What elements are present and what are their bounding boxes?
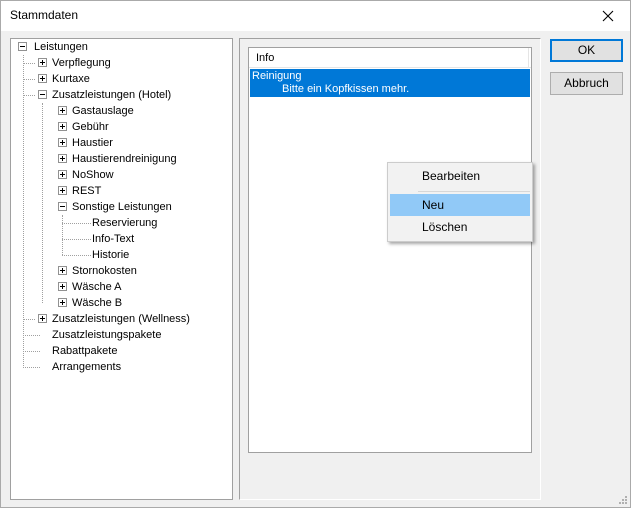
tree-item-label: Gebühr: [72, 121, 109, 133]
tree-branch: [62, 239, 91, 240]
tree-item-label: Haustier: [72, 137, 113, 149]
tree-item-label: Wäsche B: [72, 297, 123, 309]
expand-icon[interactable]: [58, 154, 67, 163]
collapse-icon[interactable]: [18, 42, 27, 51]
tree-branch: [23, 335, 40, 336]
tree-item-label: Zusatzleistungen (Hotel): [52, 89, 172, 101]
expand-icon[interactable]: [58, 138, 67, 147]
expand-icon[interactable]: [58, 106, 67, 115]
tree-item-label: Gastauslage: [72, 105, 134, 117]
tree-item-label: NoShow: [72, 169, 114, 181]
tree-line: [23, 55, 24, 368]
menu-item-bearbeiten[interactable]: Bearbeiten: [390, 165, 530, 187]
tree-item-label: Rabattpakete: [52, 345, 118, 357]
list-item[interactable]: Reinigung Bitte ein Kopfkissen mehr.: [250, 69, 530, 97]
cancel-button[interactable]: Abbruch: [550, 72, 623, 95]
close-button[interactable]: [586, 1, 630, 31]
menu-item-loeschen[interactable]: Löschen: [390, 216, 530, 238]
window-title: Stammdaten: [10, 8, 79, 22]
expand-icon[interactable]: [58, 170, 67, 179]
tree-branch: [23, 63, 35, 64]
expand-icon[interactable]: [38, 58, 47, 67]
info-list[interactable]: Info Reinigung Bitte ein Kopfkissen mehr…: [248, 47, 532, 453]
tree-item-label: REST: [72, 185, 102, 197]
tree-branch: [23, 367, 40, 368]
stammdaten-dialog: Stammdaten Leistungen Verpflegung Kurtax…: [0, 0, 631, 508]
tree-item-label: Zusatzleistungen (Wellness): [52, 313, 190, 325]
tree-item-label: Verpflegung: [52, 57, 111, 69]
context-menu: Bearbeiten Neu Löschen: [387, 162, 533, 242]
resize-grip-icon[interactable]: [618, 495, 628, 505]
tree-branch: [62, 223, 91, 224]
list-header: Info: [249, 48, 531, 68]
tree-item-label: Info-Text: [92, 233, 135, 245]
collapse-icon[interactable]: [58, 202, 67, 211]
expand-icon[interactable]: [58, 186, 67, 195]
ok-button[interactable]: OK: [550, 39, 623, 62]
tree-branch: [23, 351, 40, 352]
tree-item-label: Arrangements: [52, 361, 122, 373]
expand-icon[interactable]: [58, 282, 67, 291]
title-bar: Stammdaten: [1, 1, 630, 31]
tree-view[interactable]: Leistungen Verpflegung Kurtaxe Zusatzlei…: [10, 38, 233, 500]
list-item-title: Reinigung: [252, 70, 302, 82]
tree-line: [42, 103, 43, 303]
tree-branch: [62, 255, 91, 256]
list-item-subtitle: Bitte ein Kopfkissen mehr.: [282, 83, 410, 95]
tree-item-label: Sonstige Leistungen: [72, 201, 172, 213]
tree-item-label: Haustierendreinigung: [72, 153, 177, 165]
tree-item-label: Reservierung: [92, 217, 158, 229]
tree-item-label: Leistungen: [34, 41, 88, 53]
tree-item-label: Wäsche A: [72, 281, 122, 293]
tree-branch: [23, 319, 35, 320]
tree-item-label: Zusatzleistungspakete: [52, 329, 162, 341]
tree-item-label: Historie: [92, 249, 130, 261]
tree-item-label: Kurtaxe: [52, 73, 90, 85]
expand-icon[interactable]: [58, 298, 67, 307]
expand-icon[interactable]: [58, 122, 67, 131]
tree-line: [62, 215, 63, 255]
tree-branch: [23, 79, 35, 80]
expand-icon[interactable]: [58, 266, 67, 275]
collapse-icon[interactable]: [38, 90, 47, 99]
menu-separator: [418, 191, 530, 192]
expand-icon[interactable]: [38, 314, 47, 323]
tree-item-label: Stornokosten: [72, 265, 137, 277]
column-header-info[interactable]: Info: [249, 48, 529, 68]
close-icon: [602, 10, 614, 22]
menu-item-neu[interactable]: Neu: [390, 194, 530, 216]
tree-branch: [23, 95, 35, 96]
expand-icon[interactable]: [38, 74, 47, 83]
